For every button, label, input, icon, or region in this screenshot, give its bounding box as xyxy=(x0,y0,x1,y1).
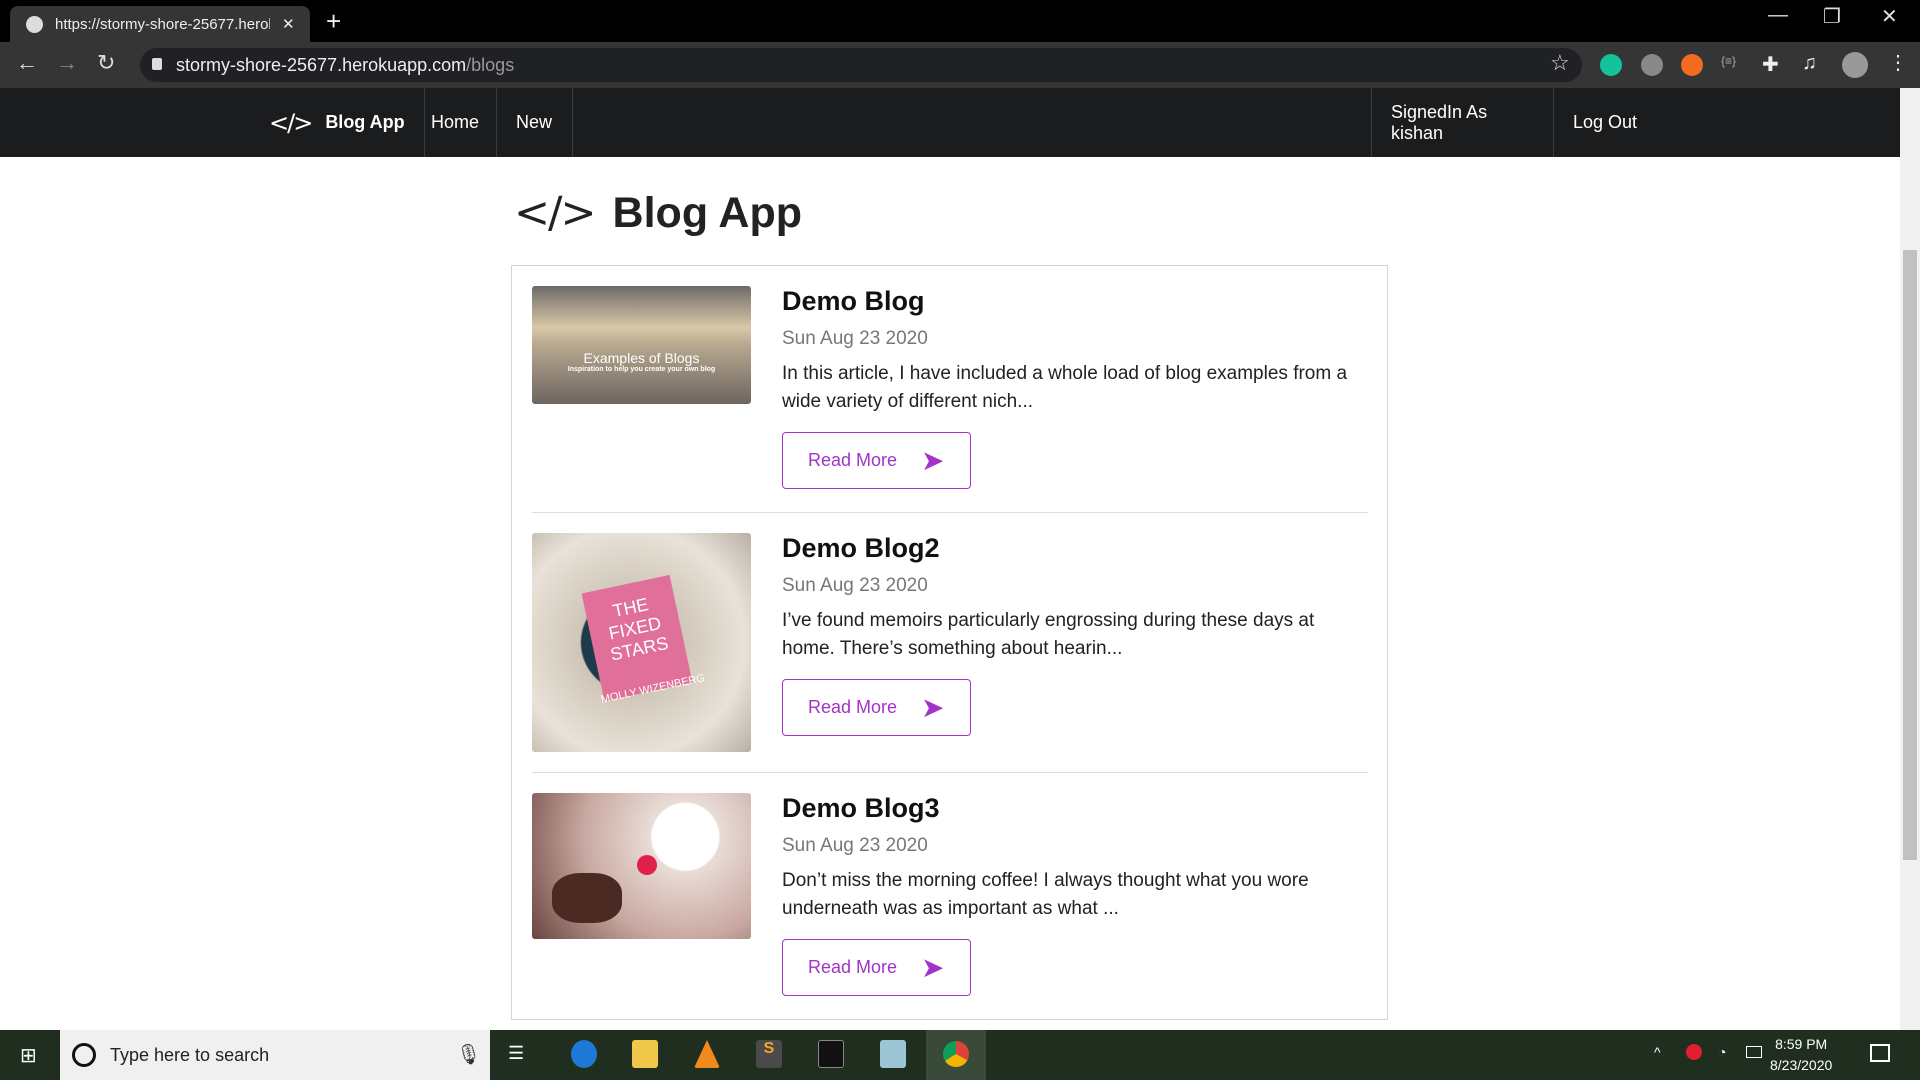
grammarly-icon[interactable] xyxy=(1600,54,1622,76)
lock-icon xyxy=(152,58,162,70)
page-title: </> Blog App xyxy=(514,188,802,238)
extensions-puzzle-icon[interactable]: ✚ xyxy=(1762,52,1779,77)
brand-link[interactable]: </> Blog App xyxy=(250,88,425,157)
restore-button[interactable]: ❐ xyxy=(1823,4,1841,29)
blog-excerpt: Don’t miss the morning coffee! I always … xyxy=(782,870,1309,919)
bookmark-star-icon[interactable]: ☆ xyxy=(1550,50,1570,76)
tray-app-icon[interactable] xyxy=(1686,1044,1702,1060)
reload-icon[interactable]: ↻ xyxy=(97,50,115,76)
scrollbar-thumb[interactable] xyxy=(1903,250,1917,860)
windows-start-icon[interactable]: ⊞ xyxy=(20,1043,37,1068)
blog-excerpt: In this article, I have included a whole… xyxy=(782,363,1348,412)
battery-icon[interactable] xyxy=(1746,1046,1762,1058)
task-view-icon[interactable]: ☰ xyxy=(508,1043,524,1064)
url-path: /blogs xyxy=(466,54,515,75)
new-tab-button[interactable]: + xyxy=(326,6,341,37)
close-window-button[interactable]: ✕ xyxy=(1881,4,1898,29)
app-icon[interactable] xyxy=(880,1040,906,1068)
extension-icon[interactable] xyxy=(1641,54,1663,76)
terminal-icon[interactable] xyxy=(818,1040,844,1068)
nav-new[interactable]: New xyxy=(497,88,573,157)
blog-thumbnail xyxy=(532,793,751,939)
read-more-label: Read More xyxy=(808,697,898,717)
extension-icon[interactable] xyxy=(1681,54,1703,76)
show-hidden-icons[interactable]: ^ xyxy=(1654,1044,1661,1060)
chrome-taskbar-button[interactable] xyxy=(926,1030,986,1080)
network-icon[interactable]: ◔ xyxy=(1718,1044,1726,1060)
code-icon: </> xyxy=(269,108,313,137)
clock-time: 8:59 PM xyxy=(1775,1036,1828,1052)
blog-title[interactable]: Demo Blog3 xyxy=(782,793,1372,827)
clock[interactable]: 8:59 PM 8/23/2020 xyxy=(1770,1034,1832,1076)
url-host: stormy-shore-25677.herokuapp.com xyxy=(176,54,467,75)
close-tab-icon[interactable]: ✕ xyxy=(282,15,295,33)
forward-icon[interactable]: → xyxy=(56,50,78,76)
divider xyxy=(532,512,1368,513)
minimize-button[interactable]: — xyxy=(1768,4,1788,27)
location-arrow-icon: ➤ xyxy=(921,692,945,723)
muffins-decoration xyxy=(552,873,622,923)
tab-title: https://stormy-shore-25677.herokuapp.com… xyxy=(55,15,270,33)
profile-avatar[interactable] xyxy=(1842,52,1868,78)
blog-thumbnail: THE FIXED STARS MOLLY WIZENBERG xyxy=(532,533,751,752)
location-arrow-icon: ➤ xyxy=(921,952,945,983)
nav-home[interactable]: Home xyxy=(412,88,497,157)
menu-kebab-icon[interactable]: ⋮ xyxy=(1888,50,1908,75)
thumbnail-subcaption: Inspiration to help you create your own … xyxy=(567,366,716,373)
blog-date: Sun Aug 23 2020 xyxy=(782,575,928,596)
microphone-icon[interactable]: 🎙 xyxy=(456,1042,481,1067)
json-extension-icon[interactable]: {≡} xyxy=(1721,54,1743,76)
file-explorer-icon[interactable] xyxy=(632,1040,658,1068)
blog-excerpt: I’ve found memoirs particularly engrossi… xyxy=(782,610,1315,659)
browser-tab[interactable]: https://stormy-shore-25677.herokuapp.com… xyxy=(10,6,310,42)
flower-decoration xyxy=(637,855,657,875)
edge-icon[interactable] xyxy=(571,1040,597,1068)
media-control-icon[interactable]: ♫ xyxy=(1802,52,1817,75)
read-more-label: Read More xyxy=(808,957,898,977)
brand-label: Blog App xyxy=(325,112,405,132)
blog-title[interactable]: Demo Blog2 xyxy=(782,533,1372,567)
divider xyxy=(532,772,1368,773)
clock-date: 8/23/2020 xyxy=(1770,1057,1833,1073)
app-navbar: </> Blog App Home New SignedIn As kishan … xyxy=(0,88,1900,157)
blog-list: Examples of Blogs Inspiration to help yo… xyxy=(511,265,1388,1020)
notifications-icon[interactable] xyxy=(1870,1044,1890,1062)
address-bar[interactable]: stormy-shore-25677.herokuapp.com/blogs xyxy=(140,48,1582,82)
read-more-button[interactable]: Read More ➤ xyxy=(782,679,971,736)
code-icon: </> xyxy=(514,188,597,238)
read-more-button[interactable]: Read More ➤ xyxy=(782,939,971,996)
thumbnail-caption: Examples of Blogs xyxy=(583,350,700,366)
read-more-button[interactable]: Read More ➤ xyxy=(782,432,971,489)
logout-link[interactable]: Log Out xyxy=(1554,88,1656,157)
blog-title[interactable]: Demo Blog xyxy=(782,286,1372,320)
page-title-text: Blog App xyxy=(612,188,803,237)
sublime-text-icon[interactable]: S xyxy=(756,1040,782,1068)
taskbar-search[interactable]: Type here to search xyxy=(60,1030,490,1080)
read-more-label: Read More xyxy=(808,450,898,470)
back-icon[interactable]: ← xyxy=(16,50,38,76)
globe-icon xyxy=(26,15,43,33)
signed-in-user: SignedIn As kishan xyxy=(1371,88,1554,157)
blog-date: Sun Aug 23 2020 xyxy=(782,328,928,349)
search-placeholder: Type here to search xyxy=(110,1044,270,1065)
blog-date: Sun Aug 23 2020 xyxy=(782,835,928,856)
blog-thumbnail: Examples of Blogs Inspiration to help yo… xyxy=(532,286,751,404)
location-arrow-icon: ➤ xyxy=(921,445,945,476)
chrome-icon xyxy=(943,1041,969,1067)
cortana-icon[interactable] xyxy=(72,1043,96,1067)
